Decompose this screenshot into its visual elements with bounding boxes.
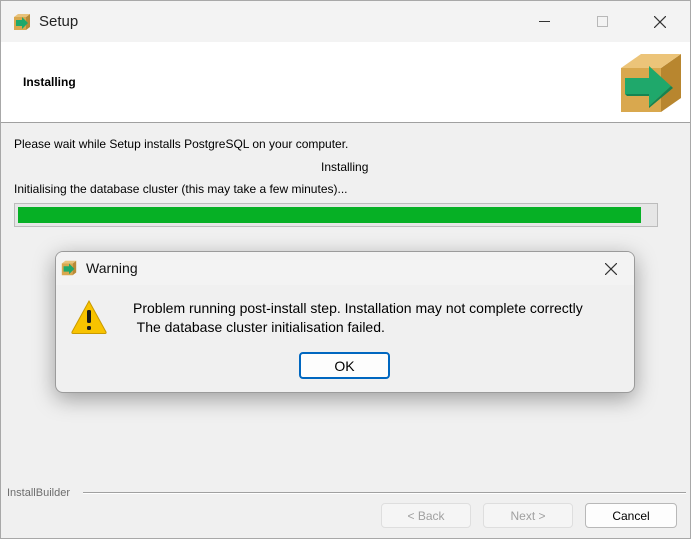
brand-label: InstallBuilder [7,487,70,499]
ok-button[interactable]: OK [299,352,390,379]
warning-icon [71,299,107,334]
dialog-title-bar[interactable]: Warning [56,252,634,285]
back-button[interactable]: < Back [381,503,471,528]
progress-bar [14,203,658,227]
page-header: Installing [1,42,690,123]
next-button[interactable]: Next > [483,503,573,528]
progress-fill [18,207,641,223]
status-detail: Initialising the database cluster (this … [14,182,348,196]
window-title: Setup [39,13,79,30]
dialog-message-line2: The database cluster initialisation fail… [133,319,385,335]
minimize-button[interactable] [515,1,573,42]
setup-arrow-box-icon [14,14,30,30]
page-title: Installing [23,75,76,89]
title-bar[interactable]: Setup [1,1,690,42]
maximize-button[interactable] [573,1,631,42]
cancel-button[interactable]: Cancel [585,503,677,528]
footer-divider [83,492,686,494]
status-label: Installing [321,160,369,174]
close-button[interactable] [631,1,689,42]
warning-dialog: Warning Problem running post-install ste… [55,251,635,393]
close-icon [605,263,617,275]
close-icon [654,15,666,28]
minimize-icon [538,21,550,22]
dialog-close-button[interactable] [596,257,626,281]
dialog-message-line1: Problem running post-install step. Insta… [133,300,583,316]
setup-arrow-box-icon [61,260,77,276]
maximize-icon [596,16,608,27]
dialog-title: Warning [86,260,138,276]
install-message: Please wait while Setup installs Postgre… [14,137,349,151]
setup-arrow-box-logo [621,54,681,112]
